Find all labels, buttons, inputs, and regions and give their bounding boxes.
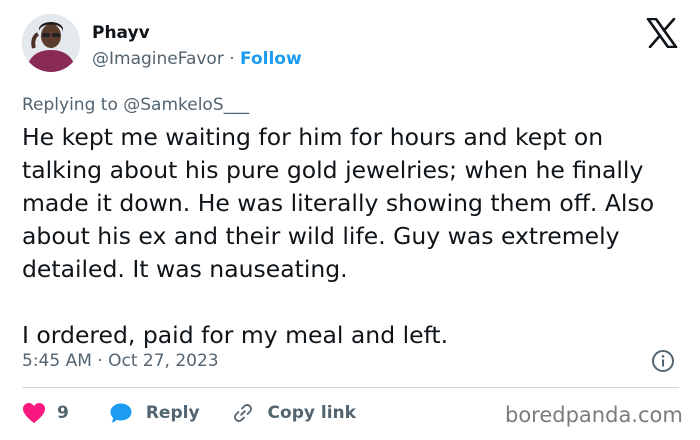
author-handle-row: @ImagineFavor · Follow — [92, 47, 302, 71]
info-icon[interactable] — [651, 349, 675, 373]
author-name[interactable]: Phayv — [92, 22, 302, 44]
reply-button[interactable]: Reply — [109, 402, 200, 424]
replying-to-text[interactable]: Replying to @SamkeloS___ — [22, 93, 249, 117]
author-block: Phayv @ImagineFavor · Follow — [92, 22, 302, 71]
watermark: boredpanda.com — [505, 403, 683, 427]
author-handle[interactable]: @ImagineFavor — [92, 49, 224, 69]
copy-link-label: Copy link — [267, 403, 356, 423]
tweet-timestamp[interactable]: 5:45 AM · Oct 27, 2023 — [22, 349, 219, 373]
tweet-paragraph: I ordered, paid for my meal and left. — [22, 321, 449, 349]
reply-label: Reply — [145, 403, 200, 423]
tweet-text: He kept me waiting for him for hours and… — [22, 121, 682, 352]
like-button[interactable]: 9 — [22, 402, 69, 424]
copy-link-button[interactable]: Copy link — [231, 402, 356, 424]
avatar[interactable] — [22, 14, 80, 72]
follow-button[interactable]: Follow — [240, 49, 302, 69]
speech-bubble-icon — [110, 403, 132, 423]
divider — [22, 387, 679, 388]
like-count: 9 — [57, 403, 69, 423]
avatar-photo — [22, 14, 80, 72]
tweet-paragraph: He kept me waiting for him for hours and… — [22, 123, 655, 283]
handle-separator: · — [229, 49, 235, 69]
link-icon — [233, 404, 252, 422]
x-logo-icon[interactable] — [646, 18, 678, 48]
heart-icon — [23, 403, 45, 423]
action-bar: 9 Reply Copy link — [22, 398, 356, 428]
